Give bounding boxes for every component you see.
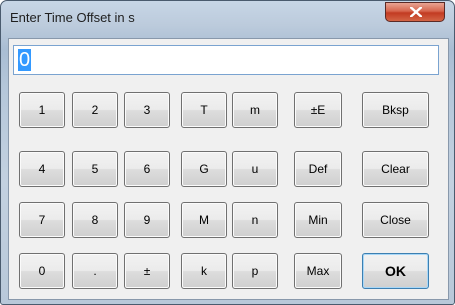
key-1[interactable]: 1	[19, 92, 65, 128]
key-p[interactable]: p	[232, 253, 278, 289]
close-icon	[410, 7, 422, 17]
ok-button[interactable]: OK	[362, 253, 429, 289]
key-m[interactable]: m	[232, 92, 278, 128]
key-default[interactable]: Def	[294, 151, 342, 187]
dialog-window: Enter Time Offset in s 0 1 2 3 T m ±E Bk…	[0, 0, 455, 305]
key-clear[interactable]: Clear	[362, 151, 429, 187]
key-k[interactable]: k	[181, 253, 227, 289]
key-decimal-point[interactable]: .	[72, 253, 118, 289]
window-title: Enter Time Offset in s	[10, 10, 135, 25]
key-4[interactable]: 4	[19, 151, 65, 187]
value-text: 0	[18, 49, 32, 71]
value-input[interactable]: 0	[13, 45, 439, 75]
key-8[interactable]: 8	[72, 202, 118, 238]
key-T[interactable]: T	[181, 92, 227, 128]
dialog-body: 0 1 2 3 T m ±E Bksp 4 5 6 G u Def Clear …	[8, 38, 449, 300]
key-min[interactable]: Min	[294, 202, 342, 238]
title-bar[interactable]: Enter Time Offset in s	[1, 1, 454, 37]
key-G[interactable]: G	[181, 151, 227, 187]
key-n[interactable]: n	[232, 202, 278, 238]
key-2[interactable]: 2	[72, 92, 118, 128]
key-0[interactable]: 0	[19, 253, 65, 289]
key-max[interactable]: Max	[294, 253, 342, 289]
key-M[interactable]: M	[181, 202, 227, 238]
window-close-button[interactable]	[385, 2, 445, 22]
key-7[interactable]: 7	[19, 202, 65, 238]
key-6[interactable]: 6	[124, 151, 170, 187]
key-3[interactable]: 3	[124, 92, 170, 128]
key-9[interactable]: 9	[124, 202, 170, 238]
key-backspace[interactable]: Bksp	[362, 92, 429, 128]
key-plus-minus[interactable]: ±	[124, 253, 170, 289]
key-5[interactable]: 5	[72, 151, 118, 187]
key-exponent[interactable]: ±E	[294, 92, 342, 128]
key-u[interactable]: u	[232, 151, 278, 187]
key-close[interactable]: Close	[362, 202, 429, 238]
